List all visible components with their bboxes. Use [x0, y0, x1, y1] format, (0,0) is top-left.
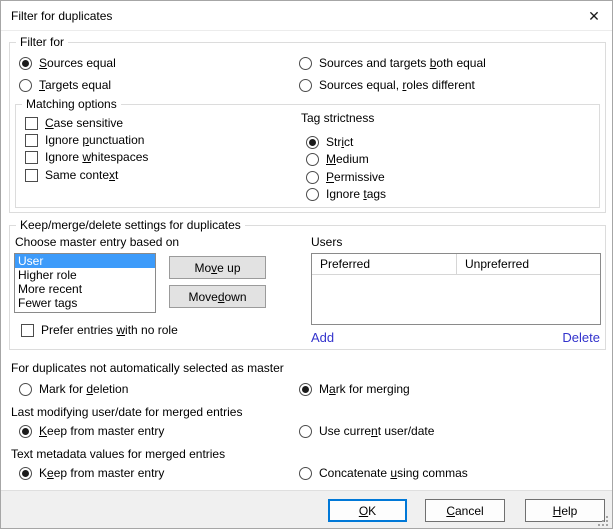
- radio-icon: [306, 136, 319, 149]
- radio-medium[interactable]: Medium: [306, 151, 369, 167]
- column-header-preferred[interactable]: Preferred: [312, 254, 457, 274]
- filter-for-duplicates-dialog: Filter for duplicates ✕ Filter for Sourc…: [0, 0, 613, 529]
- radio-icon: [299, 79, 312, 92]
- radio-label: Sources and targets both equal: [319, 56, 486, 70]
- radio-label: Permissive: [326, 170, 385, 184]
- column-header-unpreferred[interactable]: Unpreferred: [457, 254, 600, 274]
- list-item[interactable]: User: [15, 254, 155, 268]
- checkbox-same-context[interactable]: Same context: [25, 167, 118, 183]
- radio-icon: [299, 57, 312, 70]
- radio-icon: [306, 188, 319, 201]
- radio-icon: [306, 171, 319, 184]
- radio-icon: [306, 153, 319, 166]
- radio-label: Targets equal: [39, 78, 111, 92]
- radio-ignore-tags[interactable]: Ignore tags: [306, 186, 386, 202]
- modifier-info-label: Last modifying user/date for merged entr…: [11, 405, 242, 419]
- list-item[interactable]: Higher role: [15, 268, 155, 282]
- delete-link[interactable]: Delete: [562, 330, 600, 345]
- list-item[interactable]: Fewer tags: [15, 296, 155, 310]
- radio-label: Sources equal: [39, 56, 116, 70]
- checkbox-label: Prefer entries with no role: [41, 323, 178, 337]
- checkbox-label: Ignore punctuation: [45, 133, 144, 147]
- radio-label: Mark for deletion: [39, 382, 128, 396]
- checkbox-label: Case sensitive: [45, 116, 123, 130]
- radio-label: Use current user/date: [319, 424, 434, 438]
- radio-label: Concatenate using commas: [319, 466, 468, 480]
- radio-keep-from-master-metadata[interactable]: Keep from master entry: [19, 465, 164, 481]
- radio-label: Strict: [326, 135, 353, 149]
- radio-icon: [19, 425, 32, 438]
- dialog-title: Filter for duplicates: [11, 9, 112, 23]
- radio-icon: [19, 383, 32, 396]
- checkbox-label: Ignore whitespaces: [45, 150, 148, 164]
- title-bar: Filter for duplicates ✕: [1, 1, 612, 31]
- radio-icon: [299, 383, 312, 396]
- radio-mark-for-merging[interactable]: Mark for merging: [299, 381, 410, 397]
- choose-master-label: Choose master entry based on: [15, 235, 179, 249]
- users-label: Users: [311, 235, 342, 249]
- master-fallback-label: For duplicates not automatically selecte…: [11, 361, 284, 375]
- radio-label: Ignore tags: [326, 187, 386, 201]
- radio-label: Keep from master entry: [39, 424, 164, 438]
- checkbox-icon: [25, 134, 38, 147]
- filter-for-legend: Filter for: [16, 35, 68, 49]
- checkbox-icon: [21, 324, 34, 337]
- radio-concatenate-commas[interactable]: Concatenate using commas: [299, 465, 468, 481]
- users-table[interactable]: Preferred Unpreferred: [311, 253, 601, 325]
- move-up-button[interactable]: Move up: [169, 256, 266, 279]
- checkbox-prefer-no-role[interactable]: Prefer entries with no role: [21, 322, 178, 338]
- add-link[interactable]: Add: [311, 330, 334, 345]
- radio-icon: [19, 467, 32, 480]
- radio-icon: [299, 425, 312, 438]
- checkbox-icon: [25, 169, 38, 182]
- text-metadata-label: Text metadata values for merged entries: [11, 447, 225, 461]
- resize-grip-icon[interactable]: [598, 516, 608, 526]
- radio-label: Medium: [326, 152, 369, 166]
- keep-merge-legend: Keep/merge/delete settings for duplicate…: [16, 218, 245, 232]
- checkbox-case-sensitive[interactable]: Case sensitive: [25, 115, 123, 131]
- cancel-button[interactable]: Cancel: [425, 499, 505, 522]
- checkbox-label: Same context: [45, 168, 118, 182]
- checkbox-ignore-whitespaces[interactable]: Ignore whitespaces: [25, 149, 148, 165]
- checkbox-icon: [25, 151, 38, 164]
- radio-label: Keep from master entry: [39, 466, 164, 480]
- master-criteria-listbox[interactable]: User Higher role More recent Fewer tags: [14, 253, 156, 313]
- checkbox-ignore-punctuation[interactable]: Ignore punctuation: [25, 132, 144, 148]
- radio-strict[interactable]: Strict: [306, 134, 353, 150]
- close-icon[interactable]: ✕: [580, 4, 608, 28]
- radio-mark-for-deletion[interactable]: Mark for deletion: [19, 381, 128, 397]
- radio-label: Sources equal, roles different: [319, 78, 475, 92]
- radio-label: Mark for merging: [319, 382, 410, 396]
- radio-icon: [299, 467, 312, 480]
- footer-bar: OK Cancel Help: [1, 490, 612, 529]
- radio-sources-targets-both-equal[interactable]: Sources and targets both equal: [299, 55, 486, 71]
- matching-options-legend: Matching options: [22, 97, 121, 111]
- radio-use-current-user-date[interactable]: Use current user/date: [299, 423, 434, 439]
- radio-icon: [19, 79, 32, 92]
- radio-permissive[interactable]: Permissive: [306, 169, 385, 185]
- radio-sources-equal[interactable]: Sources equal: [19, 55, 116, 71]
- radio-targets-equal[interactable]: Targets equal: [19, 77, 111, 93]
- checkbox-icon: [25, 117, 38, 130]
- radio-sources-equal-roles-different[interactable]: Sources equal, roles different: [299, 77, 475, 93]
- radio-keep-from-master-user[interactable]: Keep from master entry: [19, 423, 164, 439]
- tag-strictness-label: Tag strictness: [301, 111, 374, 125]
- move-down-button[interactable]: Move down: [169, 285, 266, 308]
- list-item[interactable]: More recent: [15, 282, 155, 296]
- help-button[interactable]: Help: [525, 499, 605, 522]
- ok-button[interactable]: OK: [328, 499, 407, 522]
- radio-icon: [19, 57, 32, 70]
- users-table-header: Preferred Unpreferred: [312, 254, 600, 275]
